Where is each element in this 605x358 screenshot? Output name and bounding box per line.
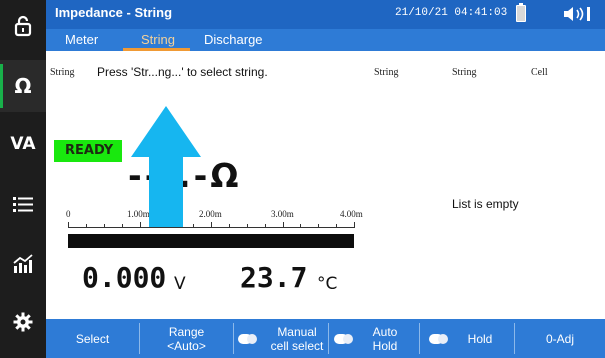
scale-minor-tick xyxy=(229,224,230,228)
temperature-unit: °C xyxy=(317,274,338,294)
status-badge: READY xyxy=(54,140,122,162)
range-value: <Auto> xyxy=(167,338,206,353)
scale-minor-tick xyxy=(265,224,266,228)
hold-button[interactable]: Hold xyxy=(446,319,514,358)
manual-cell-select-label-2: cell select xyxy=(270,338,324,353)
sidebar-item-list[interactable] xyxy=(0,178,46,230)
select-button-label: Select xyxy=(75,331,110,346)
battery-icon xyxy=(516,3,526,22)
scale-minor-tick xyxy=(300,224,301,228)
up-arrow-icon xyxy=(131,106,201,227)
sidebar: Ω VA xyxy=(0,0,46,358)
auto-hold-label-2: Hold xyxy=(372,338,398,353)
scale-major-tick xyxy=(68,222,69,228)
tab-bar: Meter String Discharge xyxy=(46,29,605,51)
scale-minor-tick xyxy=(318,224,319,228)
instruction-text: Press 'Str...ng...' to select string. xyxy=(97,65,268,79)
scale-major-tick xyxy=(283,222,284,228)
tab-meter[interactable]: Meter xyxy=(65,32,98,47)
list-empty-message: List is empty xyxy=(452,197,519,211)
lock-icon xyxy=(14,15,32,37)
column-header-cell: Cell xyxy=(531,67,548,78)
ohm-icon: Ω xyxy=(14,74,32,98)
voltage-value: 0.000 xyxy=(82,261,167,294)
scale-minor-tick xyxy=(122,224,123,228)
hold-toggle[interactable] xyxy=(429,334,448,344)
sidebar-item-settings[interactable] xyxy=(0,296,46,348)
column-header-string-2: String xyxy=(452,67,477,78)
divider xyxy=(419,323,420,354)
scale-minor-tick xyxy=(247,224,248,228)
auto-hold-toggle[interactable] xyxy=(334,334,353,344)
auto-hold-label-1: Auto xyxy=(372,324,398,339)
scale-major-tick xyxy=(354,222,355,228)
scale-label-4: 4.00m xyxy=(340,209,363,219)
sidebar-item-chart[interactable] xyxy=(0,238,46,290)
zero-adjust-button-label: 0-Adj xyxy=(545,331,574,346)
select-button[interactable]: Select xyxy=(46,319,139,358)
auto-hold-button[interactable]: Auto Hold xyxy=(351,319,419,358)
manual-cell-select-toggle[interactable] xyxy=(238,334,257,344)
zero-adjust-button[interactable]: 0-Adj xyxy=(515,319,605,358)
hold-button-label: Hold xyxy=(467,331,493,346)
scale-label-3: 3.00m xyxy=(271,209,294,219)
datetime-display: 21/10/21 04:41:03 xyxy=(395,7,508,19)
sidebar-item-ohm[interactable]: Ω xyxy=(0,60,46,112)
voltage-unit: V xyxy=(174,274,186,294)
impedance-bar xyxy=(68,234,354,248)
title-bar: Impedance - String 21/10/21 04:41:03 xyxy=(46,0,605,29)
chart-icon xyxy=(13,254,33,273)
scale-minor-tick xyxy=(86,224,87,228)
sidebar-item-va[interactable]: VA xyxy=(0,118,46,170)
column-header-string-1: String xyxy=(374,67,399,78)
scale-major-tick xyxy=(211,222,212,228)
temperature-value: 23.7 xyxy=(240,261,308,294)
list-icon xyxy=(13,197,33,212)
speaker-icon[interactable] xyxy=(560,4,594,24)
tab-discharge[interactable]: Discharge xyxy=(204,32,263,47)
function-bar: Select Range <Auto> Manual cell select A… xyxy=(46,319,605,358)
divider xyxy=(233,323,234,354)
main-panel: String Press 'Str...ng...' to select str… xyxy=(46,51,605,319)
manual-cell-select-button[interactable]: Manual cell select xyxy=(256,319,338,358)
va-icon: VA xyxy=(10,134,36,154)
window-title: Impedance - String xyxy=(55,5,173,20)
range-button-label: Range xyxy=(168,324,205,339)
scale-minor-tick xyxy=(104,224,105,228)
column-header-string: String xyxy=(50,67,75,78)
range-button[interactable]: Range <Auto> xyxy=(140,319,233,358)
scale-minor-tick xyxy=(336,224,337,228)
sidebar-item-lock[interactable] xyxy=(0,0,46,52)
tab-string[interactable]: String xyxy=(141,32,175,47)
manual-cell-select-label-1: Manual xyxy=(277,324,317,339)
gear-icon xyxy=(13,312,33,332)
divider xyxy=(328,323,329,354)
scale-label-0: 0 xyxy=(66,209,71,219)
